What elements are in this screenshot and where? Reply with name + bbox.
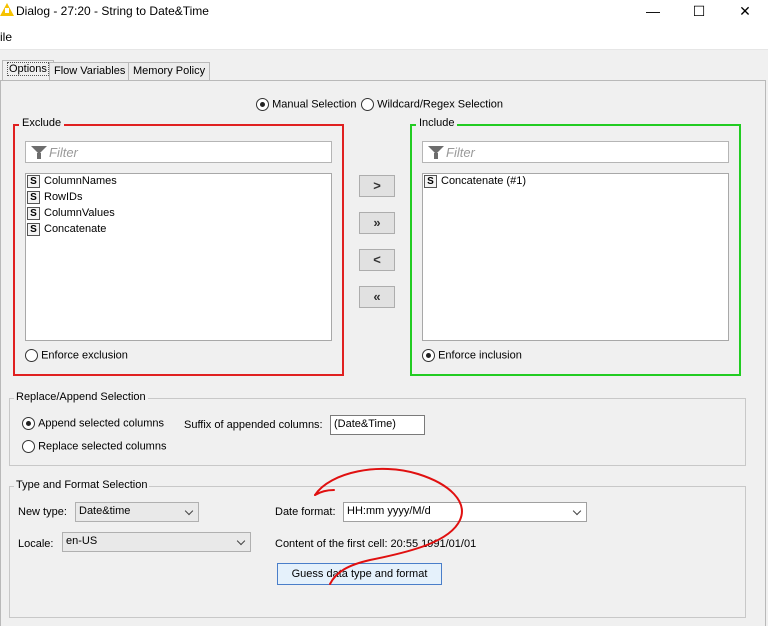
- locale-value: en-US: [66, 535, 98, 547]
- list-item-label: ColumnValues: [44, 207, 115, 219]
- locale-select[interactable]: en-US: [62, 532, 251, 552]
- append-selected-option[interactable]: Append selected columns: [22, 417, 164, 430]
- string-type-icon: S: [27, 207, 40, 220]
- string-type-icon: S: [27, 191, 40, 204]
- add-all-button[interactable]: »: [359, 212, 395, 234]
- wildcard-selection-label: Wildcard/Regex Selection: [377, 98, 504, 111]
- wildcard-selection-option[interactable]: Wildcard/Regex Selection: [361, 98, 503, 111]
- annotation-stroke: [314, 467, 463, 585]
- chevron-down-icon: [572, 506, 582, 516]
- string-type-icon: S: [27, 223, 40, 236]
- tab-options[interactable]: Options: [2, 60, 54, 80]
- enforce-exclusion-label: Enforce exclusion: [41, 349, 128, 362]
- list-item[interactable]: S ColumnValues: [26, 206, 331, 222]
- include-filter-placeholder: Filter: [446, 145, 475, 160]
- string-type-icon: S: [424, 175, 437, 188]
- exclude-filter-input[interactable]: Filter: [25, 141, 332, 163]
- new-type-value: Date&time: [79, 505, 131, 517]
- close-button[interactable]: ✕: [722, 0, 768, 22]
- list-item[interactable]: S ColumnNames: [26, 174, 331, 190]
- enforce-inclusion-radio[interactable]: [422, 349, 435, 362]
- replace-append-title: Replace/Append Selection: [14, 391, 148, 403]
- enforce-inclusion-option[interactable]: Enforce inclusion: [422, 349, 522, 362]
- add-button[interactable]: >: [359, 175, 395, 197]
- minimize-button[interactable]: —: [630, 0, 676, 22]
- exclude-filter-placeholder: Filter: [49, 145, 78, 160]
- tab-flow-variables[interactable]: Flow Variables: [49, 62, 131, 80]
- list-item-label: RowIDs: [44, 191, 83, 203]
- enforce-inclusion-label: Enforce inclusion: [438, 349, 522, 362]
- list-item-label: ColumnNames: [44, 175, 117, 187]
- exclude-list[interactable]: S ColumnNames S RowIDs S ColumnValues S Conc…: [25, 173, 332, 341]
- exclude-panel: Exclude Filter S ColumnNames S RowIDs S Col…: [13, 117, 344, 376]
- tab-options-label: Options: [7, 62, 49, 76]
- menu-bar: ile: [0, 22, 768, 50]
- new-type-label: New type:: [18, 506, 67, 518]
- suffix-input[interactable]: (Date&Time): [330, 415, 425, 435]
- wildcard-selection-radio[interactable]: [361, 98, 374, 111]
- suffix-label: Suffix of appended columns:: [184, 419, 323, 431]
- remove-all-button[interactable]: «: [359, 286, 395, 308]
- remove-button[interactable]: <: [359, 249, 395, 271]
- window-title: Dialog - 27:20 - String to Date&Time: [16, 4, 209, 18]
- locale-label: Locale:: [18, 538, 54, 550]
- replace-selected-option[interactable]: Replace selected columns: [22, 440, 166, 453]
- append-selected-radio[interactable]: [22, 417, 35, 430]
- include-list[interactable]: S Concatenate (#1): [422, 173, 729, 341]
- manual-selection-radio[interactable]: [256, 98, 269, 111]
- include-title: Include: [416, 117, 458, 129]
- list-item[interactable]: S Concatenate: [26, 222, 331, 238]
- exclude-title: Exclude: [19, 117, 65, 129]
- append-selected-label: Append selected columns: [38, 417, 165, 430]
- filter-icon-stem: [434, 153, 438, 159]
- annotation-scribble: [314, 467, 463, 585]
- chevron-down-icon: [236, 536, 246, 546]
- replace-selected-label: Replace selected columns: [38, 440, 167, 453]
- list-item-label: Concatenate: [44, 223, 107, 235]
- list-item-label: Concatenate (#1): [441, 175, 526, 187]
- replace-append-group: Replace/Append Selection Append selected…: [9, 391, 746, 466]
- type-format-title: Type and Format Selection: [14, 479, 150, 491]
- enforce-exclusion-option[interactable]: Enforce exclusion: [25, 349, 128, 362]
- menu-file[interactable]: ile: [0, 30, 12, 44]
- title-bar: Dialog - 27:20 - String to Date&Time — ☐…: [0, 0, 768, 22]
- include-panel: Include Filter S Concatenate (#1) Enforce…: [410, 117, 741, 376]
- maximize-button[interactable]: ☐: [676, 0, 722, 22]
- manual-selection-option[interactable]: Manual Selection: [256, 98, 356, 111]
- enforce-exclusion-radio[interactable]: [25, 349, 38, 362]
- include-filter-input[interactable]: Filter: [422, 141, 729, 163]
- new-type-select[interactable]: Date&time: [75, 502, 199, 522]
- knime-logo-icon-inner: [5, 8, 9, 13]
- tab-memory-policy[interactable]: Memory Policy: [128, 62, 211, 80]
- chevron-down-icon: [184, 506, 194, 516]
- string-type-icon: S: [27, 175, 40, 188]
- manual-selection-label: Manual Selection: [272, 98, 357, 111]
- list-item[interactable]: S Concatenate (#1): [423, 174, 728, 190]
- replace-selected-radio[interactable]: [22, 440, 35, 453]
- list-item[interactable]: S RowIDs: [26, 190, 331, 206]
- filter-icon-stem: [37, 153, 41, 159]
